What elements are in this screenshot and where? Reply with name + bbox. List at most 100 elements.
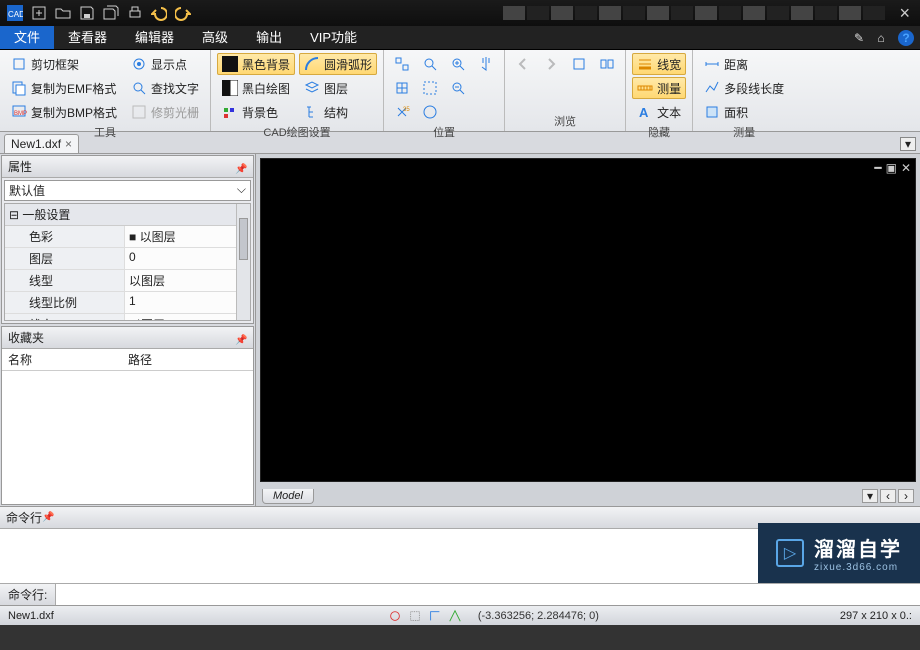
btn-next[interactable] bbox=[539, 53, 563, 75]
quick-access-toolbar: CAD bbox=[4, 3, 194, 23]
tree-icon bbox=[304, 104, 320, 120]
svg-text:35: 35 bbox=[403, 107, 410, 113]
doc-tabs-dropdown[interactable]: ▾ bbox=[900, 137, 916, 151]
btn-bgcolor[interactable]: 背景色 bbox=[217, 101, 295, 123]
btn-area[interactable]: 面积 bbox=[699, 101, 789, 123]
properties-header: 属性 bbox=[2, 156, 253, 178]
btn-pan[interactable] bbox=[474, 53, 498, 75]
btn-text[interactable]: A文本 bbox=[632, 101, 686, 123]
target-icon bbox=[131, 56, 147, 72]
ribbon-group-cad-settings: 黑色背景 黑白绘图 背景色 圆滑弧形 图层 结构 CAD绘图设置 bbox=[211, 50, 384, 131]
btn-polylength[interactable]: 多段线长度 bbox=[699, 77, 789, 99]
chevron-down-icon: ⌵ bbox=[237, 182, 246, 199]
emf-icon bbox=[11, 80, 27, 96]
svg-text:BMP: BMP bbox=[14, 111, 27, 117]
status-tool-2[interactable] bbox=[406, 608, 424, 624]
btn-zoom-window[interactable] bbox=[418, 77, 442, 99]
status-tool-4[interactable] bbox=[446, 608, 464, 624]
redo-icon[interactable] bbox=[172, 3, 194, 23]
canvas-close-icon[interactable]: ✕ bbox=[901, 161, 911, 175]
btn-zoom-all[interactable] bbox=[418, 101, 442, 123]
btn-find-text[interactable]: 查找文字 bbox=[126, 77, 204, 99]
tab-file[interactable]: 文件 bbox=[0, 26, 54, 49]
favorites-body[interactable] bbox=[2, 371, 253, 504]
btn-structure[interactable]: 结构 bbox=[299, 101, 377, 123]
print-icon[interactable] bbox=[124, 3, 146, 23]
tab-output[interactable]: 输出 bbox=[242, 26, 296, 49]
btn-zoom-out[interactable] bbox=[446, 77, 470, 99]
modeltab-dropdown[interactable]: ▾ bbox=[862, 489, 878, 503]
btn-zoom-extents[interactable] bbox=[418, 53, 442, 75]
btn-distance[interactable]: 距离 bbox=[699, 53, 789, 75]
btn-pos-3[interactable]: 35 bbox=[390, 101, 414, 123]
arc-icon bbox=[304, 56, 320, 72]
linewidth-icon bbox=[637, 56, 653, 72]
pen-icon[interactable]: ✎ bbox=[848, 26, 870, 49]
modeltab-prev[interactable]: ‹ bbox=[880, 489, 896, 503]
btn-black-bg[interactable]: 黑色背景 bbox=[217, 53, 295, 75]
app-icon[interactable]: CAD bbox=[4, 3, 26, 23]
title-bar: CAD × bbox=[0, 0, 920, 26]
pin-icon[interactable] bbox=[235, 332, 247, 344]
model-tab[interactable]: Model bbox=[262, 489, 314, 504]
prop-section[interactable]: 一般设置 bbox=[5, 204, 250, 226]
btn-pos-2[interactable] bbox=[390, 77, 414, 99]
pin-icon[interactable] bbox=[235, 161, 247, 173]
status-tool-1[interactable] bbox=[386, 608, 404, 624]
btn-copy-bmp[interactable]: BMP复制为BMP格式 bbox=[6, 101, 122, 123]
doc-tab-close-icon[interactable]: × bbox=[65, 137, 72, 151]
help-icon[interactable]: ? bbox=[898, 30, 914, 46]
command-history[interactable]: 溜溜自学 zixue.3d66.com bbox=[0, 529, 920, 583]
btn-bw-draw[interactable]: 黑白绘图 bbox=[217, 77, 295, 99]
btn-prev[interactable] bbox=[511, 53, 535, 75]
properties-selector[interactable]: 默认值 ⌵ bbox=[4, 180, 251, 201]
tab-advanced[interactable]: 高级 bbox=[188, 26, 242, 49]
distance-icon bbox=[704, 56, 720, 72]
menu-bar: 文件 查看器 编辑器 高级 输出 VIP功能 ✎ ⌂ ? bbox=[0, 26, 920, 50]
status-coords: (-3.363256; 2.284476; 0) bbox=[468, 610, 609, 622]
drawing-canvas[interactable]: ━ ▣ ✕ bbox=[260, 158, 916, 482]
prop-scrollbar[interactable] bbox=[236, 204, 250, 320]
btn-zoom-in[interactable] bbox=[446, 53, 470, 75]
command-panel: 命令行 溜溜自学 zixue.3d66.com 命令行: bbox=[0, 506, 920, 605]
canvas-min-icon[interactable]: ━ bbox=[874, 161, 881, 175]
bw-icon bbox=[222, 80, 238, 96]
btn-copy-emf[interactable]: 复制为EMF格式 bbox=[6, 77, 122, 99]
new-icon[interactable] bbox=[28, 3, 50, 23]
doc-tab[interactable]: New1.dxf × bbox=[4, 134, 79, 153]
btn-smooth-arc[interactable]: 圆滑弧形 bbox=[299, 53, 377, 75]
undo-icon[interactable] bbox=[148, 3, 170, 23]
command-input[interactable] bbox=[56, 584, 920, 605]
pin-icon[interactable] bbox=[42, 509, 54, 521]
doc-tab-label: New1.dxf bbox=[11, 137, 61, 151]
save-icon[interactable] bbox=[76, 3, 98, 23]
status-tool-3[interactable] bbox=[426, 608, 444, 624]
close-icon[interactable]: × bbox=[893, 3, 916, 24]
btn-pos-1[interactable] bbox=[390, 53, 414, 75]
btn-measure[interactable]: 测量 bbox=[632, 77, 686, 99]
btn-crop-frame[interactable]: 剪切框架 bbox=[6, 53, 122, 75]
ribbon-group-measure: 距离 多段线长度 面积 测量 bbox=[693, 50, 795, 131]
canvas-max-icon[interactable]: ▣ bbox=[886, 161, 897, 175]
btn-layers[interactable]: 图层 bbox=[299, 77, 377, 99]
modeltab-next[interactable]: › bbox=[898, 489, 914, 503]
svg-text:A: A bbox=[639, 105, 649, 120]
btn-linewidth[interactable]: 线宽 bbox=[632, 53, 686, 75]
polyline-icon bbox=[704, 80, 720, 96]
saveall-icon[interactable] bbox=[100, 3, 122, 23]
tab-viewer[interactable]: 查看器 bbox=[54, 26, 121, 49]
favorites-header: 收藏夹 bbox=[2, 327, 253, 349]
btn-browse-2[interactable] bbox=[595, 53, 619, 75]
home-icon[interactable]: ⌂ bbox=[870, 26, 892, 49]
tab-editor[interactable]: 编辑器 bbox=[121, 26, 188, 49]
btn-trim-raster[interactable]: 修剪光栅 bbox=[126, 101, 204, 123]
canvas-area: ━ ▣ ✕ Model ▾ ‹ › bbox=[256, 154, 920, 506]
crop-icon bbox=[11, 56, 27, 72]
btn-browse-1[interactable] bbox=[567, 53, 591, 75]
search-icon bbox=[131, 80, 147, 96]
ribbon-group-hide: 线宽 测量 A文本 隐藏 bbox=[626, 50, 693, 131]
btn-show-points[interactable]: 显示点 bbox=[126, 53, 204, 75]
prop-row: 线型以图层 bbox=[5, 270, 250, 292]
open-icon[interactable] bbox=[52, 3, 74, 23]
tab-vip[interactable]: VIP功能 bbox=[296, 26, 371, 49]
